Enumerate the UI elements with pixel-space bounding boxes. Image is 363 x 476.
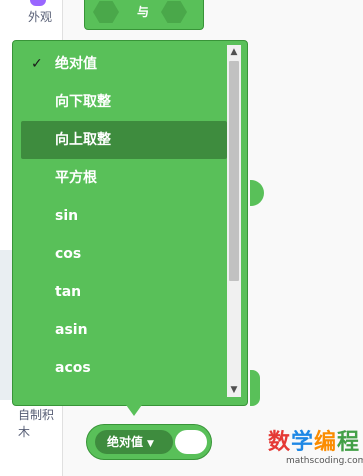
dropdown-item[interactable]: sin [21, 197, 227, 235]
math-op-select-label: 绝对值 [107, 435, 144, 449]
dropdown-item-label: 向下取整 [55, 94, 111, 110]
workspace-block-edge-lower [250, 370, 260, 406]
dropdown-item-label: 绝对值 [55, 56, 97, 72]
and-operator-label: 与 [137, 5, 150, 19]
dropdown-pointer [124, 402, 144, 416]
dropdown-item[interactable]: asin [21, 311, 227, 349]
checkmark-icon: ✓ [31, 56, 43, 72]
number-input[interactable] [175, 430, 207, 454]
dropdown-item-label: tan [55, 284, 82, 300]
logo-char-3: 编 [314, 430, 338, 455]
watermark-url: mathscoding.com [286, 456, 363, 466]
and-operator-block[interactable]: 与 [84, 0, 204, 30]
dropdown-item[interactable]: ✓ 绝对值 [21, 45, 227, 83]
dropdown-item[interactable]: 平方根 [21, 159, 227, 197]
scroll-down-arrow-icon[interactable]: ▼ [227, 383, 241, 397]
math-op-block[interactable]: 绝对值 ▼ [86, 424, 212, 460]
chevron-down-icon: ▼ [147, 439, 154, 449]
math-op-select[interactable]: 绝对值 ▼ [95, 430, 173, 454]
dropdown-item-label: cos [55, 246, 82, 262]
dropdown-item[interactable]: acos [21, 349, 227, 387]
workspace-block-edge [250, 180, 264, 206]
math-function-dropdown: ✓ 绝对值向下取整向上取整平方根 sin cos tan asin acos atan ▲ ▼ [12, 40, 248, 406]
right-boolean-slot[interactable] [161, 1, 187, 23]
category-myblocks-label[interactable]: 自制积木 [18, 406, 62, 440]
category-looks-label[interactable]: 外观 [28, 8, 52, 25]
looks-category-icon[interactable] [30, 0, 46, 6]
dropdown-item-label: asin [55, 322, 88, 338]
watermark-logo: 数学编程 mathscoding.com [268, 424, 363, 470]
dropdown-item-label: 向上取整 [55, 132, 111, 148]
dropdown-item[interactable]: 向下取整 [21, 83, 227, 121]
dropdown-item-label: acos [55, 360, 91, 376]
logo-char-4: 程 [337, 430, 361, 455]
dropdown-item-label: 平方根 [55, 170, 97, 186]
scroll-up-arrow-icon[interactable]: ▲ [227, 45, 241, 59]
watermark-title: 数学编程 [268, 424, 360, 456]
scrollbar-thumb[interactable] [229, 61, 239, 281]
left-boolean-slot[interactable] [93, 1, 119, 23]
dropdown-scrollbar[interactable]: ▲ ▼ [227, 45, 241, 397]
dropdown-item[interactable]: cos [21, 235, 227, 273]
dropdown-item[interactable]: atan [21, 387, 227, 397]
dropdown-item[interactable]: tan [21, 273, 227, 311]
logo-char-1: 数 [268, 430, 292, 455]
dropdown-item-label: sin [55, 208, 79, 224]
dropdown-menu-list: ✓ 绝对值向下取整向上取整平方根 sin cos tan asin acos atan [21, 45, 227, 397]
logo-char-2: 学 [291, 430, 315, 455]
dropdown-item[interactable]: 向上取整 [21, 121, 227, 159]
